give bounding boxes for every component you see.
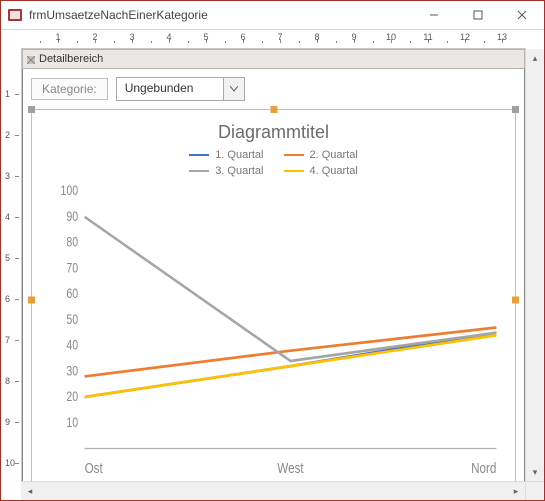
scroll-down-button[interactable]: ▾ <box>526 463 544 481</box>
ruler-v-mark: 10 <box>5 458 15 468</box>
ruler-v-mark: 7 <box>5 335 10 345</box>
access-app-icon <box>7 7 23 23</box>
ruler-h-mark: 3 <box>129 32 134 42</box>
selection-handle[interactable] <box>270 106 277 113</box>
chart-title: Diagrammtitel <box>218 122 329 143</box>
category-label-text: Kategorie: <box>42 82 97 96</box>
vscroll-track[interactable] <box>526 67 544 463</box>
svg-text:50: 50 <box>66 312 78 328</box>
selection-handle[interactable] <box>512 106 519 113</box>
ruler-v-mark: 3 <box>5 171 10 181</box>
ruler-h-mark: 11 <box>423 32 432 42</box>
legend-swatch <box>284 154 304 156</box>
scroll-left-button[interactable]: ◂ <box>21 482 39 500</box>
chart-plot-area: 10 20 30 40 50 60 70 80 90 100 Ost West Nord <box>40 183 507 481</box>
legend-item: 4. Quartal <box>284 165 358 177</box>
legend-item: 1. Quartal <box>189 149 263 161</box>
svg-text:Ost: Ost <box>85 460 103 477</box>
svg-text:90: 90 <box>66 209 78 225</box>
close-button[interactable] <box>500 1 544 29</box>
selection-handle[interactable] <box>28 296 35 303</box>
legend-label: 3. Quartal <box>215 165 263 177</box>
ruler-h-mark: 7 <box>277 32 282 42</box>
horizontal-scrollbar[interactable]: ◂ ▸ <box>21 481 544 500</box>
legend-item: 3. Quartal <box>189 165 263 177</box>
titlebar[interactable]: frmUmsaetzeNachEinerKategorie <box>1 1 544 30</box>
legend-swatch <box>189 154 209 156</box>
ruler-h-mark: 4 <box>166 32 171 42</box>
svg-text:80: 80 <box>66 234 78 250</box>
ruler-h-mark: 9 <box>351 32 356 42</box>
ruler-v-mark: 5 <box>5 253 10 263</box>
svg-text:40: 40 <box>66 337 78 353</box>
legend-label: 2. Quartal <box>310 149 358 161</box>
ruler-v-mark: 4 <box>5 212 10 222</box>
selection-handle[interactable] <box>28 106 35 113</box>
legend-label: 1. Quartal <box>215 149 263 161</box>
chart-legend: 1. Quartal 2. Quartal 3. Quartal 4. Quartal <box>144 149 404 177</box>
ruler-h-mark: 2 <box>92 32 97 42</box>
ruler-h-mark: 6 <box>240 32 245 42</box>
svg-text:100: 100 <box>61 183 79 199</box>
ruler-v-mark: 1 <box>5 89 10 99</box>
ruler-v-mark: 9 <box>5 417 10 427</box>
chevron-down-icon <box>230 84 238 94</box>
design-canvas[interactable]: Detailbereich Kategorie: Ungebunden <box>22 49 525 481</box>
section-header-detail[interactable]: Detailbereich <box>22 49 525 69</box>
svg-text:10: 10 <box>66 415 78 431</box>
vertical-ruler[interactable]: 1 2 3 4 5 6 7 8 9 10 <box>1 49 22 481</box>
ruler-h-mark: 8 <box>314 32 319 42</box>
minimize-button[interactable] <box>412 1 456 29</box>
detail-section-surface[interactable]: Kategorie: Ungebunden <box>22 69 525 481</box>
combo-value: Ungebunden <box>117 78 223 100</box>
ruler-v-mark: 2 <box>5 130 10 140</box>
ruler-h-mark: 13 <box>497 32 507 42</box>
horizontal-ruler[interactable]: 12345678910111213 <box>21 30 526 49</box>
svg-text:70: 70 <box>66 260 78 276</box>
legend-swatch <box>284 170 304 172</box>
selection-handle[interactable] <box>512 296 519 303</box>
section-grip-icon <box>27 55 35 63</box>
maximize-button[interactable] <box>456 1 500 29</box>
scroll-up-button[interactable]: ▴ <box>526 49 544 67</box>
hscroll-track[interactable] <box>39 482 507 500</box>
svg-text:Nord: Nord <box>471 460 496 477</box>
app-window: frmUmsaetzeNachEinerKategorie 1234567891… <box>0 0 545 501</box>
scroll-right-button[interactable]: ▸ <box>507 482 525 500</box>
legend-item: 2. Quartal <box>284 149 358 161</box>
section-label: Detailbereich <box>39 53 103 65</box>
svg-text:West: West <box>277 460 304 477</box>
legend-swatch <box>189 170 209 172</box>
category-combobox[interactable]: Ungebunden <box>116 77 245 101</box>
vertical-scrollbar[interactable]: ▴ ▾ <box>525 49 544 481</box>
ruler-v-mark: 8 <box>5 376 10 386</box>
ruler-h-mark: 10 <box>386 32 396 42</box>
ruler-h-mark: 5 <box>203 32 208 42</box>
ruler-h-mark: 1 <box>55 32 60 42</box>
combo-dropdown-button[interactable] <box>223 78 244 100</box>
legend-label: 4. Quartal <box>310 165 358 177</box>
scrollbar-corner <box>525 482 544 500</box>
ruler-h-mark: 12 <box>460 32 470 42</box>
svg-text:60: 60 <box>66 286 78 302</box>
svg-text:30: 30 <box>66 363 78 379</box>
category-label-control[interactable]: Kategorie: <box>31 78 108 100</box>
svg-text:20: 20 <box>66 389 78 405</box>
chart-control[interactable]: Diagrammtitel 1. Quartal 2. Quartal 3. Qua… <box>31 109 516 481</box>
ruler-v-mark: 6 <box>5 294 10 304</box>
window-title: frmUmsaetzeNachEinerKategorie <box>29 8 412 22</box>
